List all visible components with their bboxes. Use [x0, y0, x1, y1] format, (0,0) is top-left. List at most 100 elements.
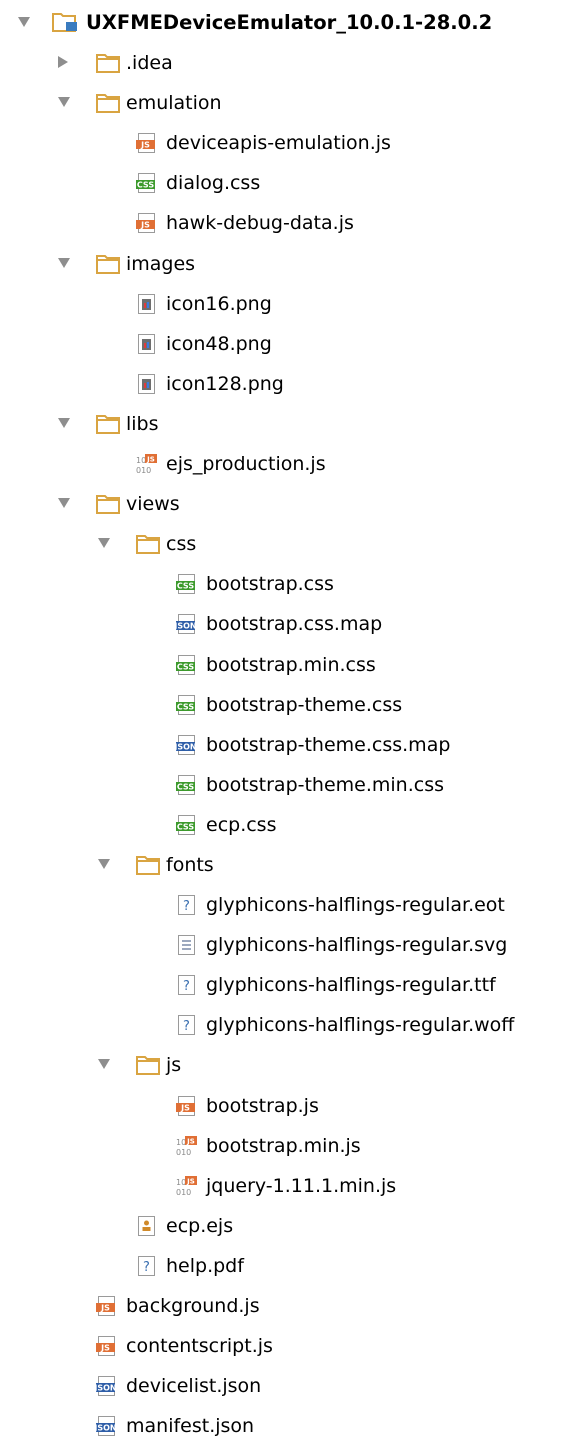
tree-item-label: bootstrap.js [206, 1094, 319, 1117]
tree-file-row[interactable]: CSS dialog.css [0, 163, 568, 203]
svg-text:JS: JS [140, 141, 150, 150]
svg-text:010: 010 [176, 1148, 191, 1156]
tree-folder-row[interactable]: libs [0, 404, 568, 444]
tree-item-label: bootstrap.min.css [206, 653, 376, 676]
folder-icon [96, 494, 120, 515]
svg-text:?: ? [183, 979, 190, 994]
tree-file-row[interactable]: CSS bootstrap-theme.css [0, 685, 568, 725]
svg-text:CSS: CSS [177, 582, 194, 591]
tree-file-row[interactable]: JS contentscript.js [0, 1326, 568, 1366]
tree-folder-row[interactable]: UXFMEDeviceEmulator_10.0.1-28.0.2 [0, 3, 568, 43]
folder-icon [136, 855, 160, 875]
tree-item-label: fonts [166, 853, 214, 876]
image-file-icon [136, 333, 158, 354]
svg-text:JS: JS [100, 1344, 110, 1353]
tree-item-label: images [126, 252, 196, 275]
tree-file-row[interactable]: JS bootstrap.js [0, 1086, 568, 1126]
tree-item-label: bootstrap-theme.css.map [206, 733, 451, 756]
svg-text:010: 010 [176, 1188, 191, 1196]
json-file-icon: JSON [176, 614, 198, 635]
collapse-arrow-icon[interactable] [58, 498, 70, 509]
tree-item-label: devicelist.json [126, 1375, 262, 1398]
tree-file-row[interactable]: JS background.js [0, 1286, 568, 1326]
tree-file-row[interactable]: glyphicons-halflings-regular.svg [0, 925, 568, 965]
tree-file-row[interactable]: CSS ecp.css [0, 805, 568, 845]
tree-folder-row[interactable]: css [0, 524, 568, 564]
tree-item-label: dialog.css [166, 172, 261, 195]
unknown-file-icon: ? [176, 975, 198, 996]
json-file-icon: JSON [96, 1376, 118, 1397]
tree-file-row[interactable]: JSON manifest.json [0, 1406, 568, 1446]
tree-file-row[interactable]: ? help.pdf [0, 1246, 568, 1286]
tree-item-label: icon16.png [166, 292, 272, 315]
tree-file-row[interactable]: 10 010 JS bootstrap.min.js [0, 1126, 568, 1166]
svg-text:?: ? [183, 1019, 190, 1034]
js-file-icon: JS [176, 1095, 198, 1116]
tree-file-row[interactable]: icon128.png [0, 364, 568, 404]
folder-icon [96, 414, 120, 434]
tree-folder-row[interactable]: views [0, 484, 568, 524]
tree-item-label: ecp.ejs [166, 1214, 234, 1237]
collapse-arrow-icon[interactable] [18, 17, 30, 27]
tree-item-label: bootstrap.css.map [206, 613, 383, 636]
tree-item-label: bootstrap.css [206, 573, 334, 596]
tree-item-label: css [166, 533, 197, 556]
expand-arrow-icon[interactable] [58, 56, 68, 69]
tree-file-row[interactable]: ? glyphicons-halflings-regular.woff [0, 1005, 568, 1045]
tree-file-row[interactable]: icon48.png [0, 324, 568, 364]
tree-item-label: js [166, 1054, 182, 1077]
svg-text:CSS: CSS [177, 702, 194, 711]
tree-item-label: contentscript.js [126, 1335, 273, 1358]
js-file-icon: JS [96, 1336, 118, 1357]
tree-file-row[interactable]: CSS bootstrap.min.css [0, 645, 568, 685]
json-file-icon: JSON [96, 1416, 118, 1437]
json-file-icon: JSON [176, 734, 198, 755]
tree-item-label: glyphicons-halflings-regular.woff [206, 1014, 515, 1037]
tree-item-label: libs [126, 412, 159, 435]
folder-icon [96, 53, 120, 74]
svg-text:CSS: CSS [177, 662, 194, 671]
collapse-arrow-icon[interactable] [98, 858, 110, 869]
collapse-arrow-icon[interactable] [58, 417, 70, 428]
tree-item-label: UXFMEDeviceEmulator_10.0.1-28.0.2 [86, 11, 493, 34]
tree-folder-row[interactable]: js [0, 1045, 568, 1085]
collapse-arrow-icon[interactable] [98, 1059, 110, 1070]
unknown-file-icon: ? [176, 895, 198, 916]
tree-item-label: deviceapis-emulation.js [166, 132, 391, 155]
tree-item-label: help.pdf [166, 1254, 244, 1277]
svg-text:JS: JS [140, 221, 150, 230]
collapse-arrow-icon[interactable] [58, 257, 70, 268]
tree-item-label: ecp.css [206, 813, 277, 836]
tree-item-label: manifest.json [126, 1415, 255, 1438]
tree-file-row[interactable]: 10 010 JS ejs_production.js [0, 444, 568, 484]
tree-folder-row[interactable]: emulation [0, 83, 568, 123]
tree-folder-row[interactable]: images [0, 244, 568, 284]
tree-folder-row[interactable]: .idea [0, 43, 568, 83]
tree-file-row[interactable]: ecp.ejs [0, 1206, 568, 1246]
project-folder-icon [52, 11, 80, 32]
svg-text:JS: JS [100, 1304, 110, 1313]
tree-item-label: views [126, 493, 180, 516]
tree-file-row[interactable]: ? glyphicons-halflings-regular.ttf [0, 965, 568, 1005]
folder-icon [96, 93, 120, 114]
tree-file-row[interactable]: 10 010 JS jquery-1.11.1.min.js [0, 1166, 568, 1206]
tree-file-row[interactable]: ? glyphicons-halflings-regular.eot [0, 885, 568, 925]
tree-folder-row[interactable]: fonts [0, 845, 568, 885]
css-file-icon: CSS [176, 774, 198, 795]
svg-text:?: ? [183, 899, 190, 914]
tree-file-row[interactable]: CSS bootstrap-theme.min.css [0, 765, 568, 805]
tree-file-row[interactable]: CSS bootstrap.css [0, 564, 568, 604]
tree-file-row[interactable]: JS deviceapis-emulation.js [0, 123, 568, 163]
tree-file-row[interactable]: JSON bootstrap.css.map [0, 604, 568, 644]
svg-text:CSS: CSS [137, 181, 154, 190]
collapse-arrow-icon[interactable] [58, 97, 70, 108]
collapse-arrow-icon[interactable] [98, 538, 110, 549]
js-file-icon: JS [96, 1296, 118, 1316]
tree-file-row[interactable]: icon16.png [0, 284, 568, 324]
tree-file-row[interactable]: JS hawk-debug-data.js [0, 203, 568, 243]
tree-file-row[interactable]: JSON bootstrap-theme.css.map [0, 725, 568, 765]
svg-text:JSON: JSON [96, 1424, 117, 1433]
svg-text:10: 10 [176, 1178, 186, 1187]
tree-item-label: icon128.png [166, 372, 284, 395]
tree-file-row[interactable]: JSON devicelist.json [0, 1366, 568, 1406]
